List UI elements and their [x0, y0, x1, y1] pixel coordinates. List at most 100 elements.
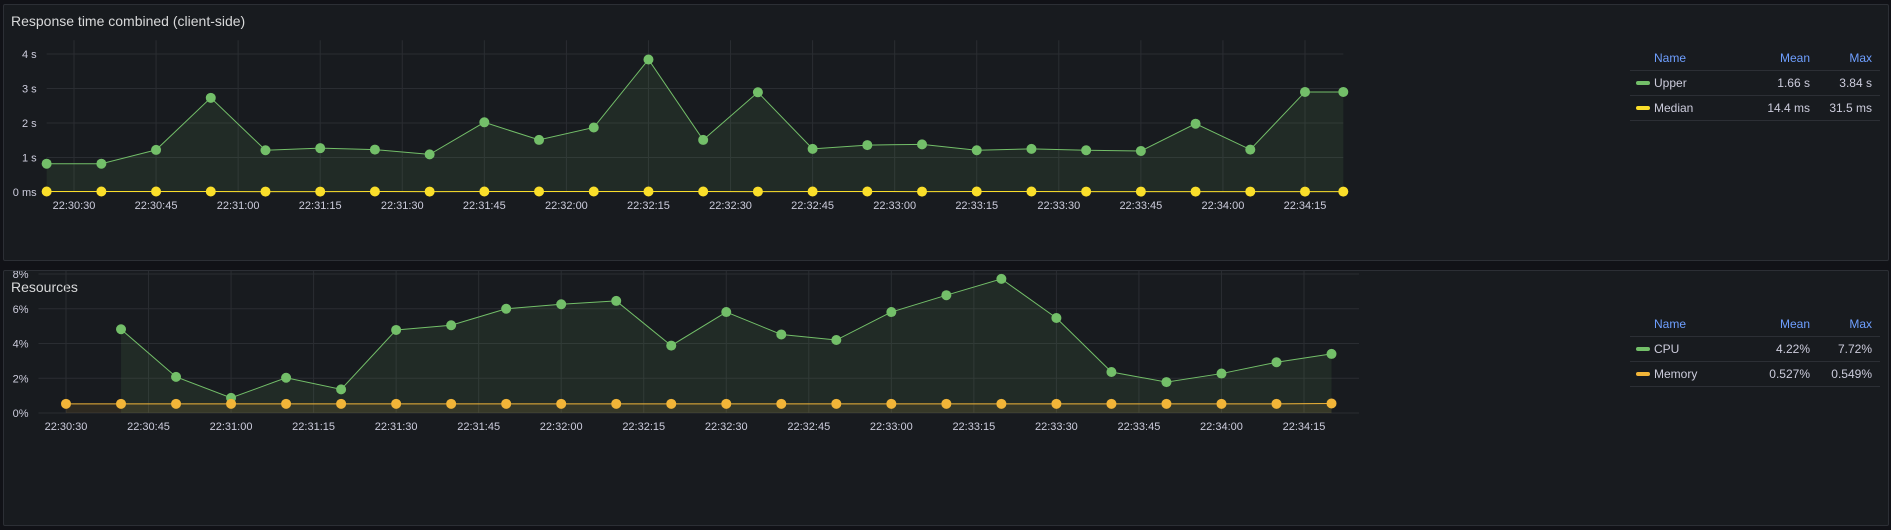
legend-series-name[interactable]: Median [1654, 101, 1693, 115]
data-point [666, 398, 677, 409]
data-point [479, 186, 490, 197]
data-point [941, 398, 952, 409]
x-tick-label: 22:33:45 [1118, 421, 1161, 433]
legend-row-median[interactable]: Median 14.4 ms 31.5 ms [1630, 96, 1880, 121]
legend: Name Mean Max Upper 1.66 s 3.84 s Median… [1630, 46, 1880, 121]
x-tick-label: 22:33:45 [1119, 200, 1162, 212]
legend-mean-value: 4.22% [1775, 342, 1810, 356]
x-tick-label: 22:33:30 [1035, 421, 1078, 433]
data-point [1271, 398, 1282, 409]
data-point [260, 145, 271, 156]
x-tick-label: 22:30:30 [53, 200, 96, 212]
data-point [315, 143, 326, 154]
data-point [611, 398, 622, 409]
data-point [151, 144, 162, 155]
data-point [1161, 398, 1172, 409]
legend-series-name[interactable]: CPU [1654, 342, 1679, 356]
y-tick-label: 6% [13, 304, 29, 316]
data-point [61, 398, 71, 409]
y-tick-label: 4 s [22, 49, 37, 61]
data-point [1051, 398, 1062, 409]
x-tick-label: 22:34:15 [1284, 200, 1327, 212]
data-point [41, 158, 52, 169]
legend-header-mean[interactable]: Mean [1748, 317, 1810, 331]
y-tick-label: 0 ms [13, 187, 37, 199]
x-tick-label: 22:31:00 [217, 200, 260, 212]
x-tick-label: 22:33:15 [952, 421, 995, 433]
data-point [1216, 368, 1227, 379]
series-color-swatch[interactable] [1636, 372, 1650, 376]
data-point [1338, 186, 1349, 197]
data-point [281, 398, 292, 409]
data-point [1338, 86, 1349, 97]
y-tick-label: 1 s [22, 153, 37, 165]
x-tick-label: 22:30:45 [135, 200, 178, 212]
x-tick-label: 22:33:15 [955, 200, 998, 212]
data-point [1190, 186, 1201, 197]
legend-row-cpu[interactable]: CPU 4.22% 7.72% [1630, 337, 1880, 362]
data-point [971, 145, 982, 156]
data-point [501, 398, 512, 409]
response-time-chart[interactable]: 0 ms 1 s 2 s 3 s 4 s 22:30:30 22:30:45 22:31:00… [4, 5, 1624, 262]
data-point [534, 186, 545, 197]
data-point [501, 303, 512, 314]
data-point [41, 186, 52, 197]
legend-header-mean[interactable]: Mean [1748, 51, 1810, 65]
data-point [96, 158, 107, 169]
legend-header-name[interactable]: Name [1630, 51, 1748, 65]
data-point [862, 140, 873, 151]
x-tick-label: 22:32:45 [791, 200, 834, 212]
y-tick-label: 0% [13, 408, 29, 420]
data-point [1245, 186, 1256, 197]
x-tick-label: 22:32:15 [622, 421, 665, 433]
legend-header: Name Mean Max [1630, 312, 1880, 337]
series-color-swatch[interactable] [1636, 106, 1650, 110]
data-point [917, 186, 928, 197]
legend-row-memory[interactable]: Memory 0.527% 0.549% [1630, 362, 1880, 387]
data-point [1051, 312, 1062, 323]
data-point [446, 320, 457, 331]
data-point [424, 186, 435, 197]
x-tick-label: 22:32:00 [540, 421, 583, 433]
legend-series-name[interactable]: Upper [1654, 76, 1687, 90]
data-point [171, 371, 182, 382]
data-point [831, 335, 842, 346]
data-point [611, 295, 622, 306]
data-point [391, 324, 402, 335]
data-point [776, 329, 787, 340]
x-tick-label: 22:32:45 [787, 421, 830, 433]
data-point [96, 186, 107, 197]
data-point [369, 186, 380, 197]
legend-header-max[interactable]: Max [1810, 317, 1880, 331]
data-point [336, 398, 347, 409]
data-point [1245, 144, 1256, 155]
data-point [226, 398, 237, 409]
resources-chart[interactable]: 0% 2% 4% 6% 8% 22:30:30 22:30:45 22:31:00 22:31:… [4, 271, 1624, 527]
series-color-swatch[interactable] [1636, 347, 1650, 351]
data-point [116, 398, 127, 409]
legend-row-upper[interactable]: Upper 1.66 s 3.84 s [1630, 71, 1880, 96]
data-point [643, 54, 654, 65]
data-point [752, 186, 763, 197]
data-point [1161, 377, 1172, 388]
legend-header-name[interactable]: Name [1630, 317, 1748, 331]
data-point [1081, 145, 1092, 156]
x-tick-label: 22:32:00 [545, 200, 588, 212]
data-point [1300, 86, 1310, 97]
x-tick-label: 22:34:00 [1200, 421, 1243, 433]
data-point [776, 398, 787, 409]
data-point [698, 134, 709, 145]
y-tick-label: 3 s [22, 84, 37, 96]
data-point [281, 372, 292, 383]
series-color-swatch[interactable] [1636, 81, 1650, 85]
legend-series-name[interactable]: Memory [1654, 367, 1697, 381]
data-point [260, 186, 271, 197]
data-point [205, 92, 216, 103]
legend: Name Mean Max CPU 4.22% 7.72% Memory 0.5… [1630, 312, 1880, 387]
legend-max-value: 31.5 ms [1829, 101, 1872, 115]
x-tick-label: 22:31:00 [210, 421, 253, 433]
legend-header-max[interactable]: Max [1810, 51, 1880, 65]
data-point [446, 398, 457, 409]
x-tick-label: 22:34:15 [1283, 421, 1326, 433]
x-tick-label: 22:31:45 [463, 200, 506, 212]
